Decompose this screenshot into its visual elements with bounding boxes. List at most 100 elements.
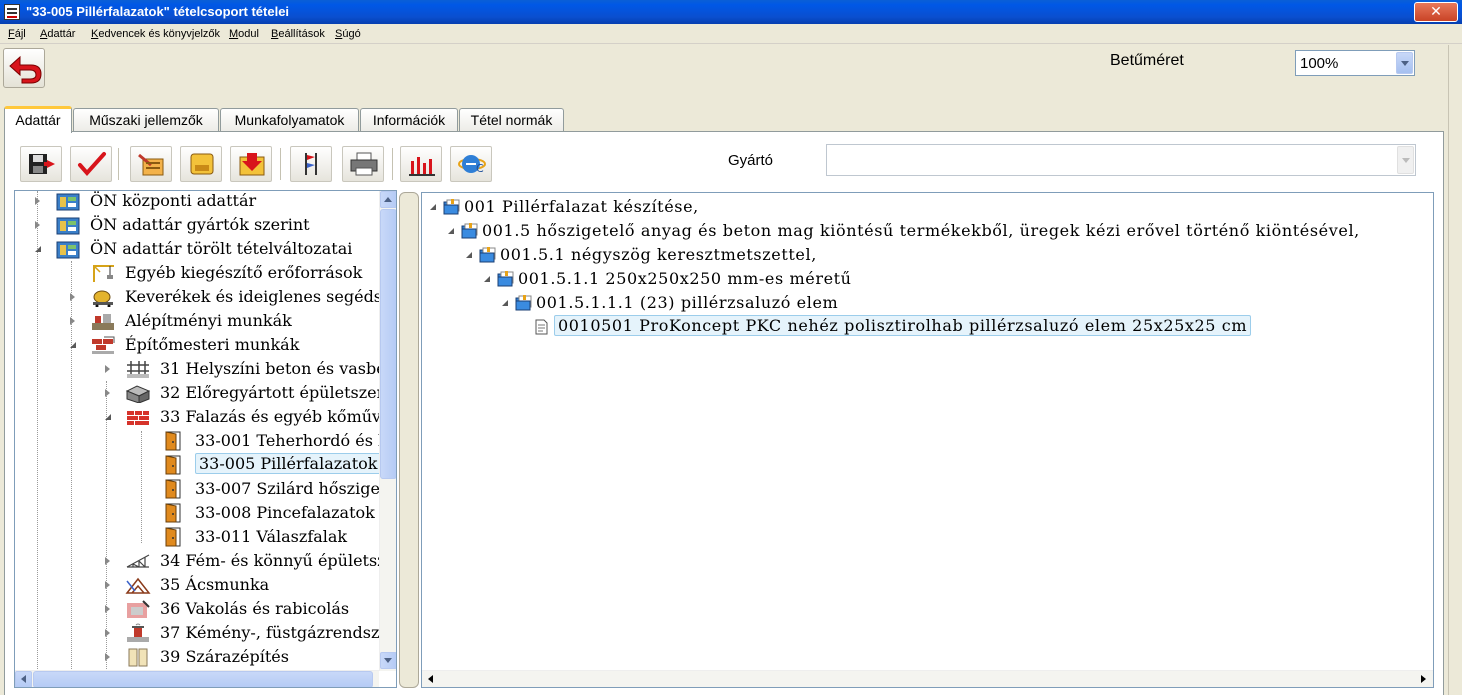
tree-node[interactable]: 37 Kémény-, füstgázrendszere — [15, 621, 396, 645]
expand-icon[interactable] — [105, 581, 110, 589]
item-tree[interactable]: 0010501 ProKoncept PKC nehéz polisztirol… — [421, 192, 1434, 688]
tree-node[interactable]: ÖN központi adattár — [15, 191, 381, 215]
expand-icon[interactable] — [105, 653, 110, 661]
tab-technical-specs[interactable]: Műszaki jellemzők — [73, 108, 219, 132]
item-tree-node[interactable]: 001.5.1.1.1 (23) pillérzsaluzó elem — [422, 291, 1422, 315]
right-tree-horizontal-scrollbar[interactable] — [422, 670, 1433, 687]
download-button[interactable] — [230, 146, 272, 182]
item-tree-node[interactable]: 001.5 hőszigetelő anyag és beton mag kiö… — [422, 219, 1422, 243]
scroll-up-icon[interactable] — [380, 191, 396, 208]
collapse-icon[interactable] — [466, 252, 472, 258]
scroll-thumb[interactable] — [380, 209, 396, 479]
tree-node[interactable]: 35 Ácsmunka — [15, 573, 381, 597]
left-tree-vertical-scrollbar[interactable] — [379, 191, 396, 671]
item-tree-node-label: 001.5.1 négyszög keresztmetszettel, — [500, 245, 817, 264]
expand-icon[interactable] — [35, 197, 40, 205]
tree-node[interactable]: ÖN adattár törölt tételváltozatai — [15, 237, 381, 261]
save-exit-button[interactable] — [20, 146, 62, 182]
tree-node[interactable]: 32 Előregyártott épületszerkez — [15, 381, 396, 407]
scroll-left-icon[interactable] — [422, 671, 439, 687]
tree-node[interactable]: 33-008 Pincefalazatok — [15, 501, 381, 525]
left-tree-horizontal-scrollbar[interactable] — [15, 670, 379, 687]
tree-node[interactable]: 34 Fém- és könnyű épületszer — [15, 549, 396, 575]
tree-node[interactable]: 33-001 Teherhordó és kit — [15, 429, 396, 453]
menu-favorites[interactable]: Kedvencek és könyvjelzők — [91, 28, 220, 40]
item-tree-node[interactable]: 001 Pillérfalazat készítése, — [422, 195, 1422, 219]
tree-node[interactable]: 33-011 Válaszfalak — [15, 525, 381, 549]
chart-button[interactable] — [400, 146, 442, 182]
expand-icon[interactable] — [35, 221, 40, 229]
roof-truss-icon — [125, 575, 151, 599]
scroll-right-icon[interactable] — [1414, 671, 1431, 687]
confirm-button[interactable] — [70, 146, 112, 182]
map-icon — [55, 191, 81, 215]
internet-button[interactable]: C — [450, 146, 492, 182]
tree-node-label: ÖN központi adattár — [90, 191, 257, 210]
tab-information[interactable]: Információk — [360, 108, 458, 132]
menu-module[interactable]: Modul — [229, 28, 259, 40]
collapse-icon[interactable] — [105, 414, 111, 420]
expand-icon[interactable] — [105, 389, 110, 397]
expand-icon[interactable] — [105, 557, 110, 565]
app-icon[interactable] — [4, 4, 20, 20]
tree-node[interactable]: 31 Helyszíni beton és vasbeto — [15, 357, 396, 381]
font-size-select[interactable]: 100% — [1295, 50, 1415, 76]
pane-splitter[interactable] — [399, 192, 419, 688]
precast-icon — [125, 383, 151, 407]
tab-workflows[interactable]: Munkafolyamatok — [220, 108, 359, 132]
tree-node[interactable]: ÖN adattár gyártók szerint — [15, 213, 381, 237]
item-tree-node[interactable]: 001.5.1.1 250x250x250 mm-es méretű — [422, 267, 1422, 291]
manufacturer-select[interactable] — [826, 144, 1416, 176]
collapse-icon[interactable] — [448, 228, 454, 234]
tree-node[interactable]: Alépítményi munkák — [15, 309, 381, 333]
title-bar[interactable]: "33-005 Pillérfalazatok" tételcsoport té… — [0, 0, 1462, 24]
item-tree-node[interactable]: 001.5.1 négyszög keresztmetszettel, — [422, 243, 1422, 267]
scroll-down-icon[interactable] — [380, 652, 396, 669]
collapse-icon[interactable] — [430, 204, 436, 210]
item-tree-node[interactable]: 0010501 ProKoncept PKC nehéz polisztirol… — [422, 315, 1422, 339]
tree-node[interactable]: Építőmesteri munkák — [15, 333, 381, 357]
flag-button[interactable] — [290, 146, 332, 182]
tab-repository[interactable]: Adattár — [4, 106, 72, 133]
tree-node[interactable]: 36 Vakolás és rabicolás — [15, 597, 381, 621]
mixer-icon — [90, 287, 116, 311]
expand-icon[interactable] — [70, 293, 75, 301]
back-button[interactable] — [3, 48, 45, 88]
chevron-down-icon[interactable] — [1397, 146, 1414, 174]
menu-help[interactable]: Súgó — [335, 28, 361, 40]
tab-item-norms[interactable]: Tétel normák — [459, 108, 564, 132]
menu-settings[interactable]: Beállítások — [271, 28, 325, 40]
menu-file[interactable]: Fájl — [8, 28, 26, 40]
tree-node-label: 33-011 Válaszfalak — [195, 527, 348, 546]
edit-icon — [138, 153, 164, 176]
scroll-left-icon[interactable] — [15, 671, 32, 687]
tree-node-label: Keverékek és ideiglenes segédszer — [125, 287, 397, 306]
menu-repository[interactable]: Adattár — [40, 28, 75, 40]
folder-button[interactable] — [180, 146, 222, 182]
print-button[interactable] — [342, 146, 384, 182]
expand-icon[interactable] — [105, 365, 110, 373]
tree-node[interactable]: Keverékek és ideiglenes segédszer — [15, 285, 396, 311]
plaster-icon — [125, 599, 151, 623]
collapse-icon[interactable] — [35, 246, 41, 252]
collapse-icon[interactable] — [484, 276, 490, 282]
tree-node[interactable]: 33-005 Pillérfalazatok — [15, 453, 382, 479]
chevron-down-icon[interactable] — [1396, 52, 1413, 74]
tree-node[interactable]: Egyéb kiegészítő erőforrások — [15, 261, 381, 285]
collapse-icon[interactable] — [70, 342, 76, 348]
collapse-icon[interactable] — [502, 300, 508, 306]
expand-icon[interactable] — [105, 605, 110, 613]
scroll-thumb[interactable] — [33, 671, 373, 687]
tree-node-label: 39 Szárazépítés — [160, 647, 289, 666]
tree-node[interactable]: 33-007 Szilárd hőszigetel — [15, 477, 396, 501]
category-tree[interactable]: 39 Szárazépítés 37 Kémény-, füstgázrendsz… — [14, 190, 397, 688]
close-button[interactable]: ✕ — [1414, 2, 1458, 22]
expand-icon[interactable] — [105, 629, 110, 637]
tree-node[interactable]: 39 Szárazépítés — [15, 645, 381, 669]
expand-icon[interactable] — [70, 317, 75, 325]
font-size-label: Betűméret — [1110, 52, 1184, 69]
tree-node[interactable]: 33 Falazás és egyéb kőműves — [15, 405, 396, 429]
door-icon — [160, 455, 186, 479]
truss-icon — [125, 551, 151, 575]
edit-button[interactable] — [130, 146, 172, 182]
